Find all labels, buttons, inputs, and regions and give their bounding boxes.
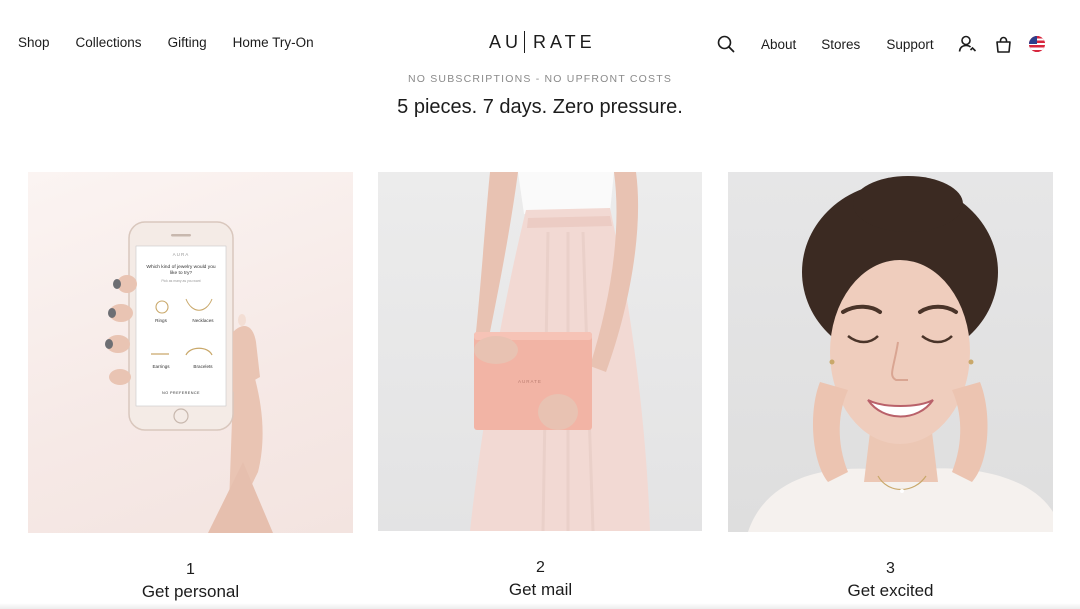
step-3-title: Get excited (847, 581, 934, 600)
smiling-woman-illustration (748, 176, 1053, 532)
box-logo: AURATE (518, 379, 542, 384)
phone-option-earrings: Earrings (152, 364, 170, 369)
step-1-title: Get personal (141, 582, 240, 601)
bottom-edge (0, 603, 1080, 609)
logo-text-right: RATE (533, 31, 596, 52)
phone-footer: NO PREFERENCE (162, 391, 200, 395)
us-flag-icon[interactable] (1028, 36, 1045, 52)
hero-headline: 5 pieces. 7 days. Zero pressure. (397, 96, 683, 118)
aurate-logo[interactable]: AU RATE (489, 31, 596, 53)
step-1-image: AURA Which kind of jewelry would you lik… (28, 172, 353, 533)
nav-stores-link[interactable]: Stores (821, 37, 860, 52)
step-2-image: AURATE (378, 172, 702, 531)
phone-subtext: Pick as many as you want (161, 279, 201, 283)
account-icon[interactable] (958, 35, 977, 53)
hero-eyebrow: NO SUBSCRIPTIONS - NO UPFRONT COSTS (407, 73, 673, 85)
cart-icon[interactable] (995, 36, 1012, 53)
logo-text-left: AU (489, 31, 523, 52)
phone-screen: AURA Which kind of jewelry would you lik… (136, 246, 226, 406)
nav-collections-link[interactable]: Collections (76, 35, 142, 50)
step-2-title: Get mail (508, 580, 573, 599)
flag-canton (1028, 36, 1037, 44)
phone-option-rings: Rings (155, 318, 167, 323)
logo-divider (524, 31, 526, 53)
phone-option-bracelets: Bracelets (193, 364, 213, 369)
skirt-box-illustration (470, 172, 650, 531)
step-3-number: 3 (886, 560, 895, 577)
nav-support-link[interactable]: Support (886, 37, 933, 52)
step-2-number: 2 (536, 559, 545, 576)
step-3-image (728, 172, 1053, 532)
nav-about-link[interactable]: About (761, 37, 796, 52)
phone-question: Which kind of jewelry would you like to … (146, 265, 216, 276)
search-icon[interactable] (717, 35, 735, 53)
secondary-nav: About Stores Support (717, 35, 1045, 53)
nav-shop-link[interactable]: Shop (18, 35, 50, 50)
phone-brand: AURA (172, 252, 190, 257)
step-1-number: 1 (186, 561, 195, 578)
primary-nav: Shop Collections Gifting Home Try-On (18, 35, 314, 50)
nav-gifting-link[interactable]: Gifting (168, 35, 207, 50)
phone-option-necklaces: Necklaces (192, 318, 214, 323)
nav-home-try-on-link[interactable]: Home Try-On (233, 35, 314, 50)
